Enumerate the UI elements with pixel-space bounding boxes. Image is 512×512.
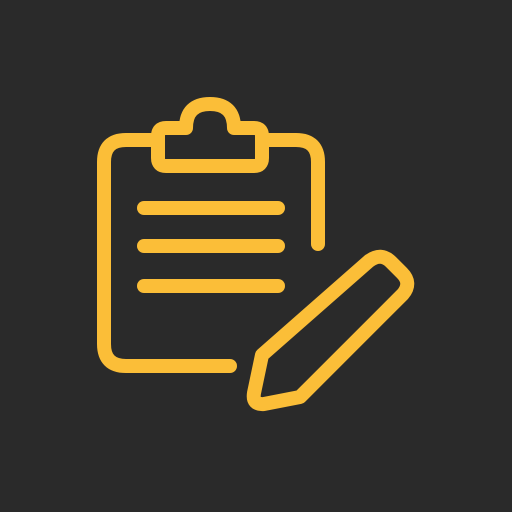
icon-canvas — [0, 0, 512, 512]
pencil — [246, 249, 415, 412]
clipboard-clip — [151, 97, 269, 173]
clipboard-edit-icon — [97, 97, 415, 412]
